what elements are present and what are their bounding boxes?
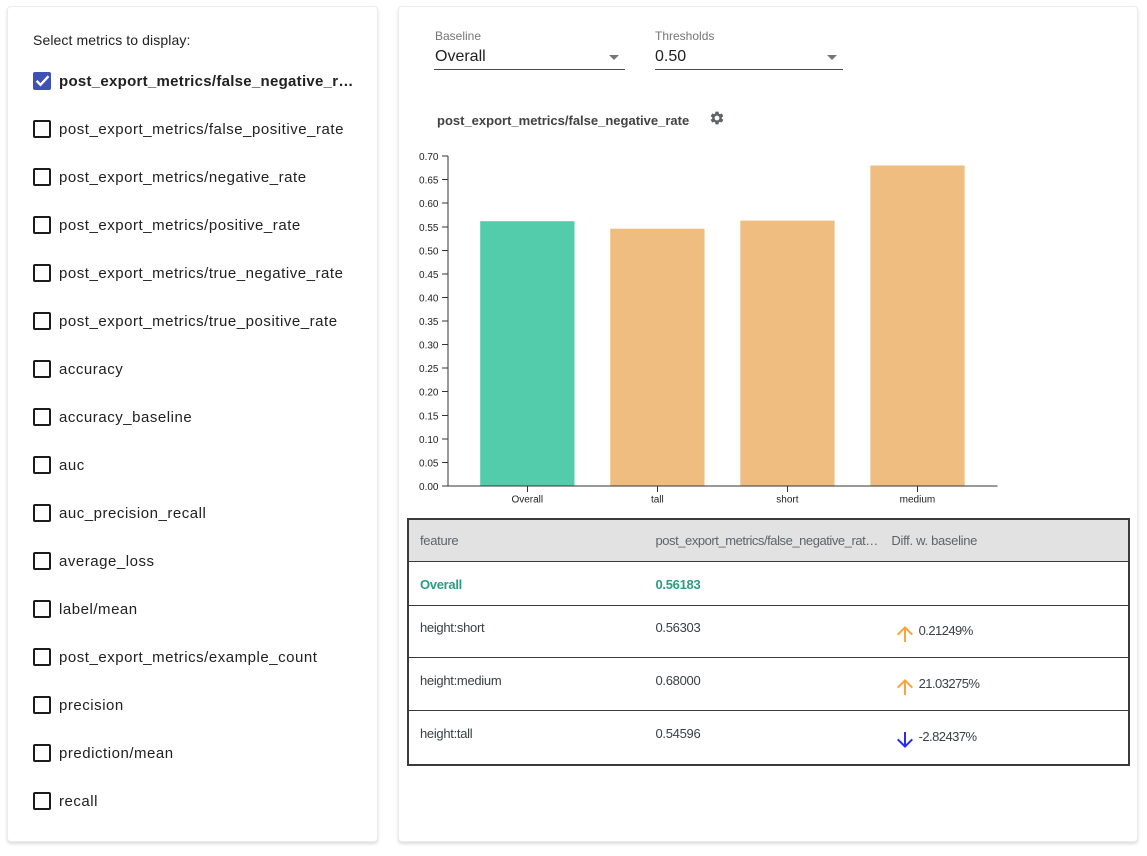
svg-text:short: short bbox=[776, 495, 798, 506]
svg-text:0.15: 0.15 bbox=[419, 411, 439, 422]
svg-text:tall: tall bbox=[651, 495, 664, 506]
svg-text:0.40: 0.40 bbox=[419, 293, 439, 304]
svg-text:0.10: 0.10 bbox=[419, 435, 439, 446]
svg-text:0.70: 0.70 bbox=[419, 152, 439, 163]
svg-text:0.25: 0.25 bbox=[419, 364, 439, 375]
svg-text:Overall: Overall bbox=[511, 495, 543, 506]
svg-text:0.65: 0.65 bbox=[419, 176, 439, 187]
svg-text:0.00: 0.00 bbox=[419, 482, 439, 493]
svg-text:0.05: 0.05 bbox=[419, 458, 439, 469]
svg-text:medium: medium bbox=[900, 495, 936, 506]
svg-text:0.30: 0.30 bbox=[419, 341, 439, 352]
svg-text:0.50: 0.50 bbox=[419, 246, 439, 257]
svg-text:0.35: 0.35 bbox=[419, 317, 439, 328]
svg-text:0.60: 0.60 bbox=[419, 199, 439, 210]
svg-text:0.45: 0.45 bbox=[419, 270, 439, 281]
svg-text:0.20: 0.20 bbox=[419, 388, 439, 399]
svg-text:0.55: 0.55 bbox=[419, 223, 439, 234]
